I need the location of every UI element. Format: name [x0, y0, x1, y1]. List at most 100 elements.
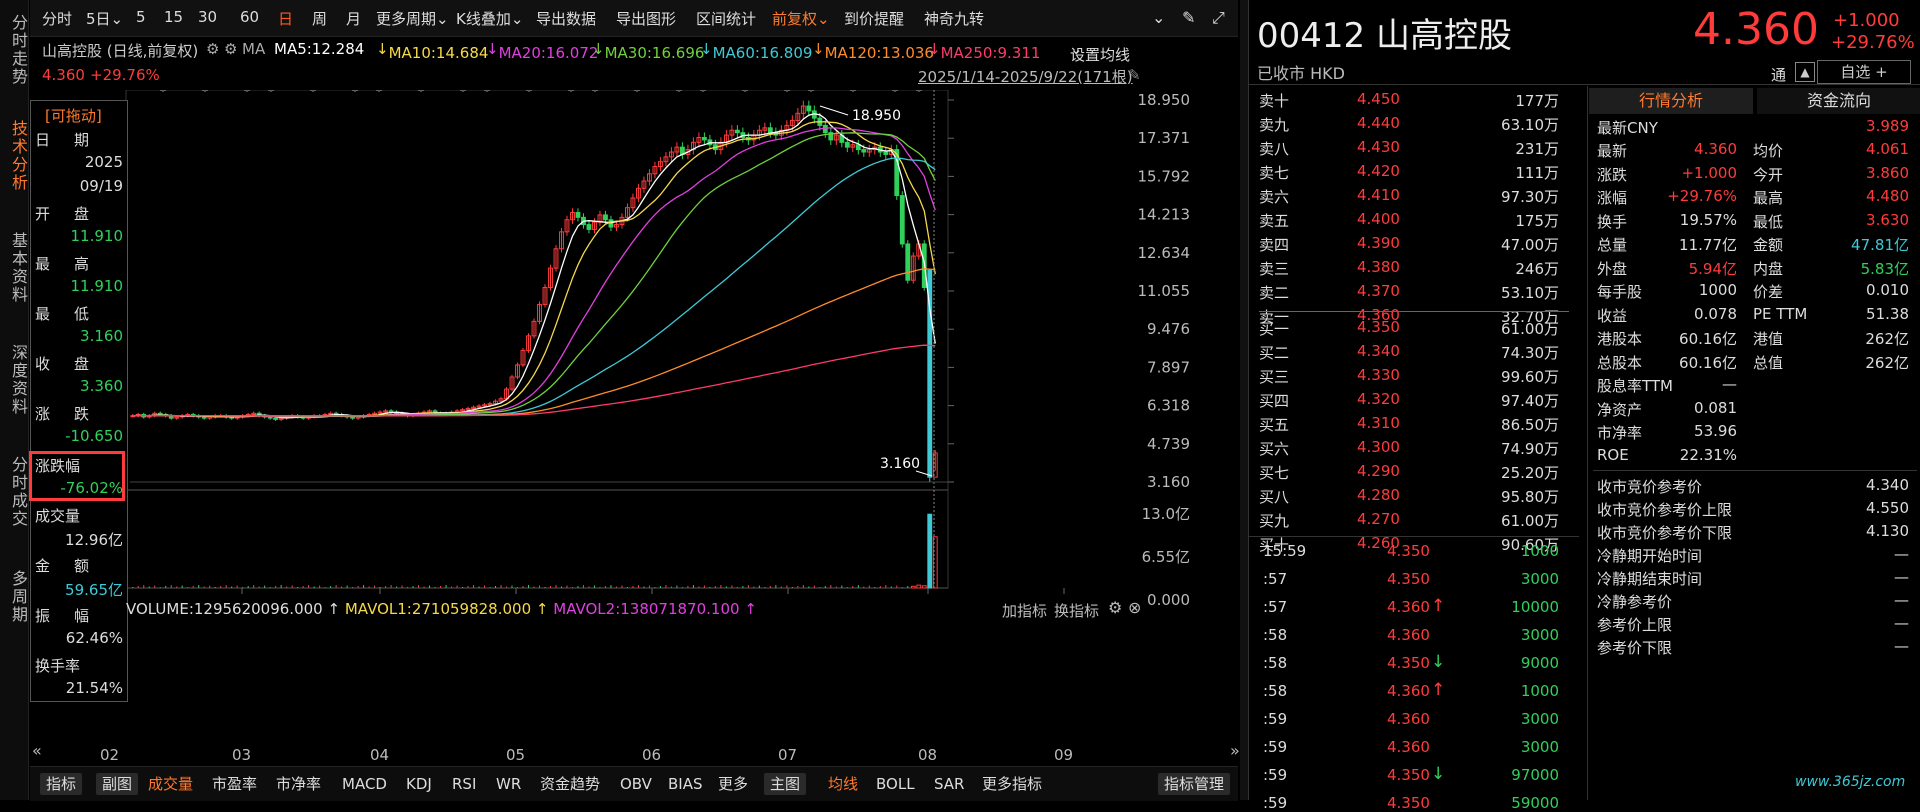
ask-price[interactable]: 4.420	[1357, 162, 1400, 180]
overlay-boll[interactable]: BOLL	[876, 773, 915, 795]
event-marker-icon[interactable]: ⁑	[784, 90, 790, 95]
indicator-pb[interactable]: 市净率	[276, 773, 321, 795]
more-periods-menu[interactable]: 更多周期⌄	[376, 8, 449, 29]
ask-price[interactable]: 4.390	[1357, 234, 1400, 252]
tab-deep-info[interactable]: 深度资料	[0, 344, 28, 416]
event-marker-icon[interactable]: ⁑	[742, 90, 748, 95]
period-5day[interactable]: 5日⌄	[86, 8, 123, 29]
event-marker-icon[interactable]: ⁑	[418, 90, 424, 95]
tab-multi-period[interactable]: 多周期	[0, 570, 28, 624]
event-marker-icon[interactable]: ⁑	[892, 90, 898, 95]
event-marker-icon[interactable]: ⁑	[310, 90, 316, 95]
kline-chart[interactable]: 18.950 17.371 15.792 14.213 12.634 11.055 9.47…	[30, 90, 1240, 766]
event-marker-icon[interactable]: ⁑	[634, 90, 640, 95]
period-intraday[interactable]: 分时	[42, 8, 72, 29]
tab-fund-flow[interactable]: 资金流向	[1757, 88, 1920, 114]
indicator-macd[interactable]: MACD	[342, 773, 387, 795]
event-marker-icon[interactable]: ⁑	[700, 90, 706, 95]
indicator-more[interactable]: 更多	[718, 773, 748, 795]
indicator-pe[interactable]: 市盈率	[212, 773, 257, 795]
scroll-left-icon[interactable]: «	[32, 741, 42, 760]
event-marker-icon[interactable]: ⁑	[592, 90, 598, 95]
period-30min[interactable]: 30	[198, 8, 217, 26]
event-marker-icon[interactable]: ⁑	[160, 90, 166, 95]
close-icon[interactable]: ⊗	[1128, 598, 1141, 617]
ask-price[interactable]: 4.400	[1357, 210, 1400, 228]
event-marker-icon[interactable]: ⁑	[460, 90, 466, 95]
panel-divider[interactable]	[1240, 0, 1248, 800]
ask-price[interactable]: 4.380	[1357, 258, 1400, 276]
event-marker-icon[interactable]: ⁑	[916, 90, 922, 95]
ask-price[interactable]: 4.450	[1357, 90, 1400, 108]
indicator-rsi[interactable]: RSI	[452, 773, 476, 795]
bid-price[interactable]: 4.310	[1357, 414, 1400, 432]
indicator-kdj[interactable]: KDJ	[406, 773, 432, 795]
ma-settings-button[interactable]: 设置均线 ⌄	[1070, 40, 1130, 64]
bid-price[interactable]: 4.340	[1357, 342, 1400, 360]
bar-info-box[interactable]: [可拖动] 日期 2025 09/19 开盘 11.910 最高 11.910 …	[29, 100, 128, 702]
add-indicator-button[interactable]: 加指标	[1002, 600, 1047, 621]
overlay-sar[interactable]: SAR	[934, 773, 964, 795]
event-marker-icon[interactable]: ⁑	[376, 90, 382, 95]
ask-price[interactable]: 4.410	[1357, 186, 1400, 204]
event-marker-icon[interactable]: ⁑	[244, 90, 250, 95]
overlay-ma[interactable]: 均线	[828, 773, 858, 795]
tab-tick-trades[interactable]: 分时成交	[0, 456, 28, 528]
circle-chevron-icon[interactable]: ⌄	[1152, 8, 1165, 27]
period-5min[interactable]: 5	[136, 8, 146, 26]
pin-icon[interactable]: ✎	[1128, 66, 1141, 84]
period-15min[interactable]: 15	[164, 8, 183, 26]
kline-overlay-menu[interactable]: K线叠加⌄	[456, 8, 523, 29]
watchlist-button[interactable]: 自选 +	[1817, 60, 1911, 84]
gear-icon[interactable]: ⚙	[1108, 598, 1122, 617]
event-marker-icon[interactable]: ⁑	[526, 90, 532, 95]
event-marker-icon[interactable]: ⁑	[850, 90, 856, 95]
bid-price[interactable]: 4.290	[1357, 462, 1400, 480]
scroll-right-icon[interactable]: »	[1230, 741, 1240, 760]
event-marker-icon[interactable]: ⁑	[676, 90, 682, 95]
period-week[interactable]: 周	[312, 8, 327, 29]
ask-price[interactable]: 4.370	[1357, 282, 1400, 300]
indicator-volume[interactable]: 成交量	[148, 773, 193, 795]
event-marker-icon[interactable]: ⁑	[202, 90, 208, 95]
bid-price[interactable]: 4.330	[1357, 366, 1400, 384]
bid-price[interactable]: 4.280	[1357, 486, 1400, 504]
ask-price[interactable]: 4.440	[1357, 114, 1400, 132]
mainchart-tab[interactable]: 主图	[764, 773, 807, 795]
gear-icon[interactable]: ⚙	[206, 40, 219, 58]
event-marker-icon[interactable]: ⁑	[568, 90, 574, 95]
bid-price[interactable]: 4.350	[1357, 318, 1400, 336]
event-marker-icon[interactable]: ⁑	[268, 90, 274, 95]
export-image-button[interactable]: 导出图形	[616, 8, 676, 29]
adjust-forward-menu[interactable]: 前复权⌄	[772, 8, 830, 29]
event-marker-icon[interactable]: ⁑	[484, 90, 490, 95]
indicator-tab[interactable]: 指标	[40, 773, 83, 795]
period-60min[interactable]: 60	[240, 8, 259, 26]
event-marker-icon[interactable]: ⁑	[808, 90, 814, 95]
indicator-obv[interactable]: OBV	[620, 773, 652, 795]
switch-indicator-button[interactable]: 换指标	[1054, 600, 1099, 621]
gear-icon[interactable]: ⚙	[224, 40, 237, 58]
bid-price[interactable]: 4.300	[1357, 438, 1400, 456]
bell-icon[interactable]: ▲	[1795, 62, 1815, 82]
tick-list[interactable]: 15:59 4.350 1000:57 4.350 3000:57 4.360 ↑ 10000…	[1249, 538, 1579, 812]
tab-basic-info[interactable]: 基本资料	[0, 232, 28, 304]
ask-price[interactable]: 4.430	[1357, 138, 1400, 156]
subchart-tab[interactable]: 副图	[96, 773, 139, 795]
indicator-manage-button[interactable]: 指标管理	[1158, 773, 1231, 795]
overlay-more[interactable]: 更多指标	[982, 773, 1042, 795]
pen-icon[interactable]: ✎	[1182, 8, 1195, 27]
expand-icon[interactable]: ⤢	[1212, 8, 1225, 28]
period-day[interactable]: 日	[278, 8, 293, 29]
indicator-wr[interactable]: WR	[496, 773, 521, 795]
tab-market-analysis[interactable]: 行情分析	[1589, 88, 1753, 114]
tab-intraday[interactable]: 分时走势	[0, 14, 28, 86]
export-data-button[interactable]: 导出数据	[536, 8, 596, 29]
magic-nine-button[interactable]: 神奇九转	[924, 8, 984, 29]
event-marker-icon[interactable]: ⁑	[352, 90, 358, 95]
bid-price[interactable]: 4.270	[1357, 510, 1400, 528]
tab-technical[interactable]: 技术分析	[0, 120, 28, 192]
range-stats-button[interactable]: 区间统计	[696, 8, 756, 29]
indicator-fund-trend[interactable]: 资金趋势	[540, 773, 600, 795]
bid-price[interactable]: 4.320	[1357, 390, 1400, 408]
